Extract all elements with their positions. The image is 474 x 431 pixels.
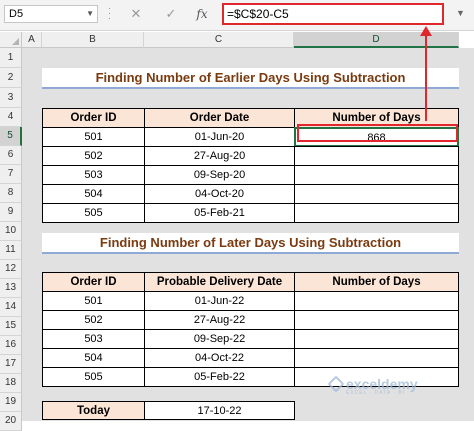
table1-header-order-id[interactable]: Order ID (42, 108, 145, 128)
table1-order-id[interactable]: 502 (42, 146, 145, 166)
table2-order-id[interactable]: 505 (42, 367, 145, 387)
table1-header-order-date[interactable]: Order Date (144, 108, 295, 128)
row-header-5[interactable]: 5 (0, 127, 22, 146)
more-options-icon[interactable]: · · · (108, 4, 116, 23)
table2-header-delivery-date[interactable]: Probable Delivery Date (144, 272, 295, 292)
table1-order-date[interactable]: 09-Sep-20 (144, 165, 295, 185)
table1-number-of-days[interactable] (294, 165, 459, 185)
chevron-down-icon[interactable]: ▼ (86, 6, 94, 22)
formula-input[interactable]: =$C$20-C5 (222, 3, 444, 25)
table1-order-date[interactable]: 05-Feb-21 (144, 203, 295, 223)
row-header-2[interactable]: 2 (0, 68, 22, 88)
arrow-head-icon (420, 26, 432, 36)
table2-header-number-of-days[interactable]: Number of Days (294, 272, 459, 292)
row-header-4[interactable]: 4 (0, 108, 22, 127)
name-box-value: D5 (9, 8, 24, 20)
title-underline (42, 252, 459, 254)
gridline (459, 48, 460, 421)
row-header-10[interactable]: 10 (0, 222, 22, 241)
table2-number-of-days[interactable] (294, 348, 459, 368)
annotation-arrow (425, 34, 427, 121)
row-header-3[interactable]: 3 (0, 88, 22, 108)
table1-number-of-days[interactable] (294, 184, 459, 204)
table2-delivery-date[interactable]: 09-Sep-22 (144, 329, 295, 349)
expand-formula-bar-icon[interactable]: ▼ (456, 8, 465, 18)
row-header-8[interactable]: 8 (0, 184, 22, 203)
table2-number-of-days[interactable] (294, 329, 459, 349)
select-all-corner[interactable] (0, 32, 22, 48)
row-header-9[interactable]: 9 (0, 203, 22, 222)
table2-header-order-id[interactable]: Order ID (42, 272, 145, 292)
title-underline (42, 87, 459, 89)
table2-delivery-date[interactable]: 27-Aug-22 (144, 310, 295, 330)
table2-number-of-days[interactable] (294, 310, 459, 330)
row-header-6[interactable]: 6 (0, 146, 22, 165)
table2-order-id[interactable]: 503 (42, 329, 145, 349)
row-header-14[interactable]: 14 (0, 298, 22, 317)
result-highlight-box (297, 124, 458, 142)
exceldemy-watermark: exceldemy EXCEL · DATA · BI (327, 375, 418, 396)
table1-order-id[interactable]: 501 (42, 127, 145, 147)
table2-delivery-date[interactable]: 04-Oct-22 (144, 348, 295, 368)
row-header-17[interactable]: 17 (0, 355, 22, 374)
table1-number-of-days[interactable] (294, 203, 459, 223)
table1-order-date[interactable]: 04-Oct-20 (144, 184, 295, 204)
column-header-d[interactable]: D (294, 32, 459, 48)
row-header-1[interactable]: 1 (0, 48, 22, 68)
table2-delivery-date[interactable]: 01-Jun-22 (144, 291, 295, 311)
row-header-11[interactable]: 11 (0, 241, 22, 260)
today-label[interactable]: Today (42, 401, 145, 420)
today-value[interactable]: 17-10-22 (144, 401, 295, 420)
row-header-16[interactable]: 16 (0, 336, 22, 355)
row-header-12[interactable]: 12 (0, 260, 22, 279)
table2-number-of-days[interactable] (294, 291, 459, 311)
table1-order-id[interactable]: 505 (42, 203, 145, 223)
enter-icon[interactable]: ✓ (163, 6, 179, 22)
column-header-c[interactable]: C (144, 32, 294, 48)
row-header-18[interactable]: 18 (0, 374, 22, 393)
table2-order-id[interactable]: 504 (42, 348, 145, 368)
row-header-13[interactable]: 13 (0, 279, 22, 298)
table2-delivery-date[interactable]: 05-Feb-22 (144, 367, 295, 387)
cancel-icon[interactable]: ✕ (128, 6, 144, 22)
insert-function-icon[interactable]: fx (194, 6, 210, 22)
row-header-7[interactable]: 7 (0, 165, 22, 184)
table1-order-id[interactable]: 503 (42, 165, 145, 185)
table1-number-of-days[interactable] (294, 146, 459, 166)
name-box[interactable]: D5 ▼ (4, 5, 98, 23)
column-header-b[interactable]: B (42, 32, 144, 48)
column-header-a[interactable]: A (22, 32, 42, 48)
row-header-15[interactable]: 15 (0, 317, 22, 336)
table1-order-date[interactable]: 27-Aug-20 (144, 146, 295, 166)
table1-order-date[interactable]: 01-Jun-20 (144, 127, 295, 147)
row-header-20[interactable]: 20 (0, 412, 22, 431)
formula-bar: D5 ▼ · · · ✕ ✓ fx =$C$20-C5 ▼ (0, 0, 474, 31)
table1-order-id[interactable]: 504 (42, 184, 145, 204)
table2-order-id[interactable]: 502 (42, 310, 145, 330)
table2-title: Finding Number of Later Days Using Subtr… (42, 233, 459, 253)
row-header-19[interactable]: 19 (0, 393, 22, 412)
table2-order-id[interactable]: 501 (42, 291, 145, 311)
table1-title: Finding Number of Earlier Days Using Sub… (42, 68, 459, 88)
